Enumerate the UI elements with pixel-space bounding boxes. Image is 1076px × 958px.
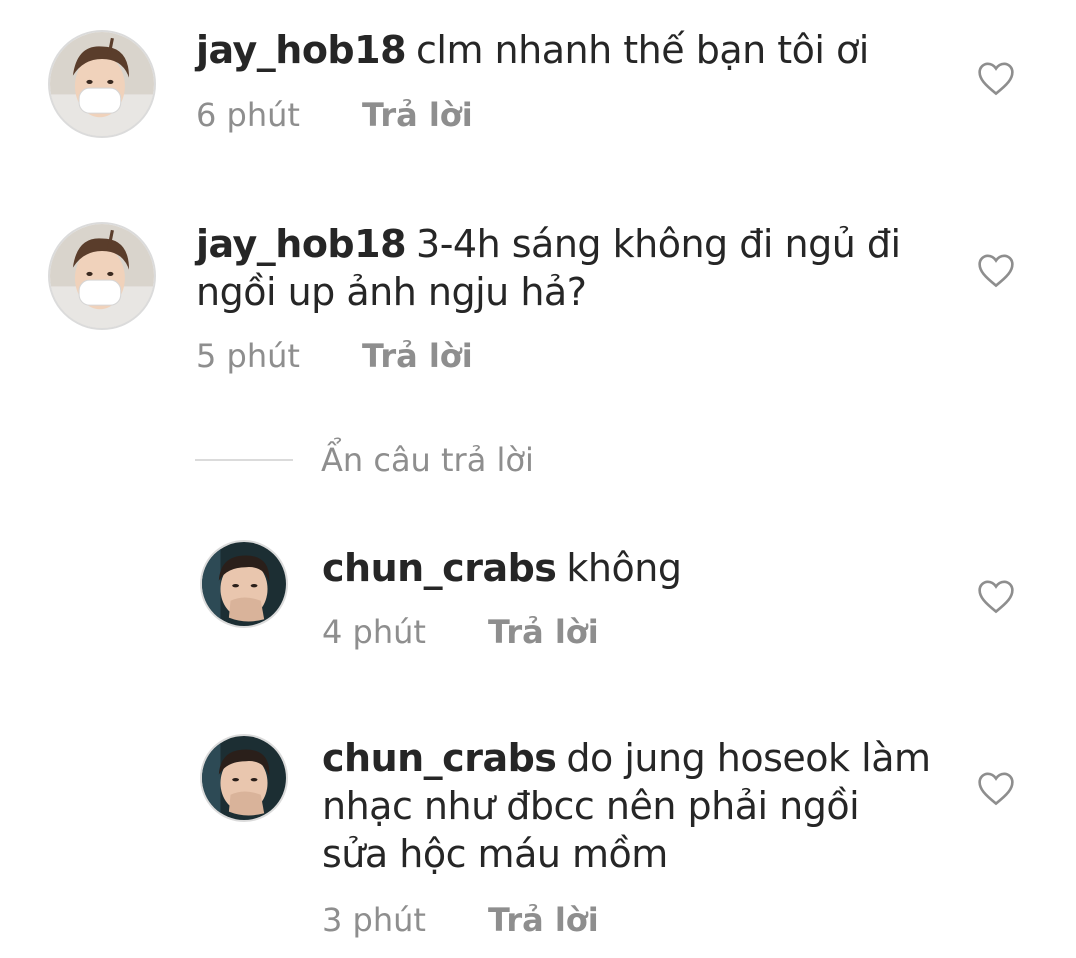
avatar-masked-person-icon <box>50 32 154 136</box>
comment: jay_hob18 clm nhanh thế bạn tôi ơi 6 phút… <box>0 0 1076 150</box>
comment-text: jay_hob18 3-4h sáng không đi ngủ đi ngồi … <box>196 220 926 316</box>
comment-text: jay_hob18 clm nhanh thế bạn tôi ơi <box>196 26 956 74</box>
avatar[interactable] <box>48 222 156 330</box>
reply-username[interactable]: chun_crabs <box>322 736 557 780</box>
avatar[interactable] <box>200 540 288 628</box>
hide-replies-divider <box>195 459 293 461</box>
avatar-person-hand-on-face-icon <box>202 542 286 626</box>
comment: jay_hob18 3-4h sáng không đi ngủ đi ngồi … <box>0 200 1076 390</box>
heart-outline-icon[interactable] <box>976 252 1016 288</box>
reply-time: 4 phút <box>322 613 426 651</box>
heart-outline-icon[interactable] <box>976 60 1016 96</box>
reply-button[interactable]: Trả lời <box>488 900 599 940</box>
reply-button[interactable]: Trả lời <box>362 95 473 135</box>
avatar-person-hand-on-face-icon <box>202 736 286 820</box>
hide-replies-button[interactable]: Ẩn câu trả lời <box>195 436 534 484</box>
comment-time: 6 phút <box>196 96 300 134</box>
reply-button[interactable]: Trả lời <box>362 336 473 376</box>
reply-text: chun_crabs không <box>322 544 942 592</box>
avatar[interactable] <box>48 30 156 138</box>
reply-meta: 3 phút Trả lời <box>322 900 599 940</box>
avatar-masked-person-icon <box>50 224 154 328</box>
reply-username[interactable]: chun_crabs <box>322 546 557 590</box>
comment-meta: 5 phút Trả lời <box>196 336 473 376</box>
avatar[interactable] <box>200 734 288 822</box>
reply: chun_crabs do jung hoseok làm nhạc như đb… <box>0 714 1076 954</box>
comment-username[interactable]: jay_hob18 <box>196 28 407 72</box>
comment-username[interactable]: jay_hob18 <box>196 222 407 266</box>
reply-meta: 4 phút Trả lời <box>322 612 599 652</box>
reply-time: 3 phút <box>322 901 426 939</box>
reply-button[interactable]: Trả lời <box>488 612 599 652</box>
hide-replies-label: Ẩn câu trả lời <box>321 441 534 479</box>
comment-meta: 6 phút Trả lời <box>196 95 473 135</box>
comment-body: clm nhanh thế bạn tôi ơi <box>416 28 869 72</box>
comment-time: 5 phút <box>196 337 300 375</box>
reply: chun_crabs không 4 phút Trả lời <box>0 520 1076 670</box>
reply-body: không <box>566 546 682 590</box>
reply-text: chun_crabs do jung hoseok làm nhạc như đb… <box>322 734 932 878</box>
heart-outline-icon[interactable] <box>976 578 1016 614</box>
heart-outline-icon[interactable] <box>976 770 1016 806</box>
